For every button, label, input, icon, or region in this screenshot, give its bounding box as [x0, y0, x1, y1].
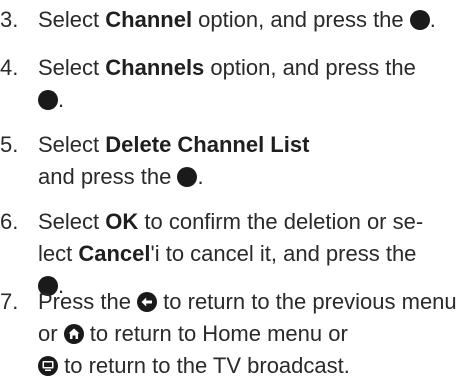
step-option-name: Cancel: [78, 241, 151, 266]
step-text-part: to return to Home menu or: [83, 321, 348, 346]
step-number: 5.: [0, 132, 19, 157]
step-text: Select Delete Channel List and press the…: [38, 129, 338, 193]
step-number: 7.: [0, 289, 19, 314]
tv-button-icon: [38, 356, 58, 376]
step-option-name: Channel: [105, 7, 193, 32]
back-button-icon: [137, 292, 158, 312]
ok-button-icon: [177, 167, 198, 187]
step-text-part: to return to the TV broadcast.: [58, 353, 350, 378]
step-number: 4.: [0, 55, 19, 80]
step-text-part: .: [58, 87, 65, 112]
step-text-part: .: [197, 164, 204, 189]
step-number: 6.: [0, 209, 19, 234]
step-text-part: option, and press the: [204, 55, 416, 80]
step-text-part: 'i to cancel it, and press the: [150, 241, 417, 266]
ok-button-icon: [409, 10, 430, 30]
step-text-part: Select: [38, 132, 106, 157]
instruction-steps: 3. Select Channel option, and press the …: [0, 0, 471, 382]
step-option-name: OK: [105, 209, 139, 234]
step-text: Select Channel option, and press the .: [38, 4, 471, 36]
step-option-name: Delete Channel List: [105, 132, 310, 157]
step-text-part: Select: [38, 7, 106, 32]
ok-button-icon: [38, 90, 58, 110]
step-text-part: Select: [38, 209, 106, 234]
step-text-part: Select: [38, 55, 106, 80]
step-text: Press the to return to the previous menu…: [38, 286, 458, 382]
home-button-icon: [63, 324, 84, 344]
step-text-part: Press the: [38, 289, 138, 314]
step-text-part: and press the: [38, 164, 178, 189]
step-text: Select Channels option, and press the.: [38, 52, 471, 116]
step-text-part: option, and press the: [192, 7, 410, 32]
step-option-name: Channels: [105, 55, 205, 80]
step-number: 3.: [0, 7, 19, 32]
step-text-part: .: [429, 7, 436, 32]
